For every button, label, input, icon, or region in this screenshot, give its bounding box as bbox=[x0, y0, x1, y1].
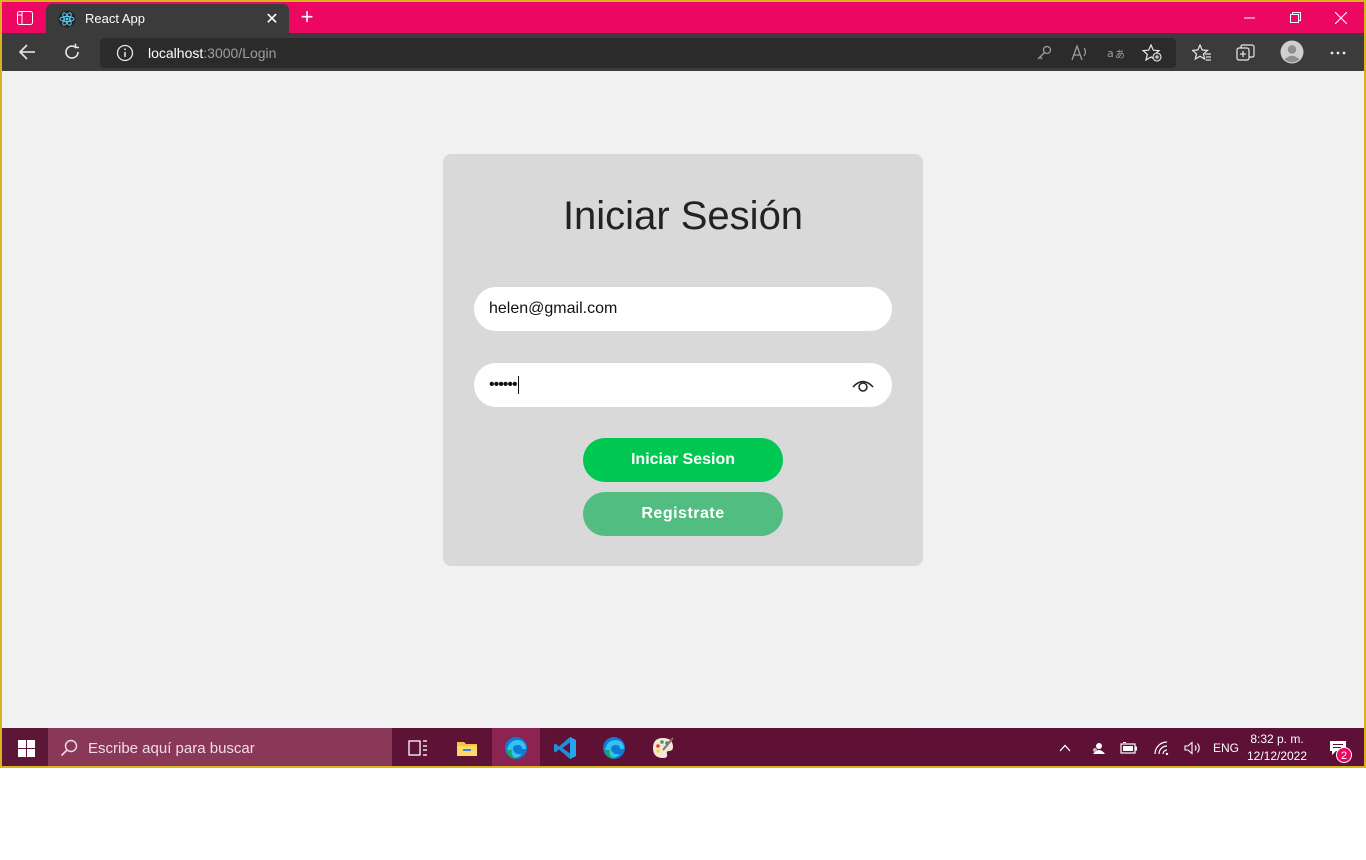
close-window-icon[interactable] bbox=[1318, 2, 1364, 33]
taskbar-active-indicator bbox=[498, 766, 534, 768]
search-icon bbox=[60, 739, 78, 757]
edge-taskbar-icon[interactable] bbox=[492, 728, 540, 768]
more-menu-icon[interactable] bbox=[1327, 42, 1349, 64]
password-value: •••••• bbox=[489, 376, 518, 393]
search-placeholder: Escribe aquí para buscar bbox=[88, 739, 255, 757]
password-key-icon[interactable] bbox=[1033, 42, 1055, 64]
notification-badge: 2 bbox=[1336, 747, 1352, 763]
screen: React App ✕ + localhost:3000/Login a あ … bbox=[0, 0, 1366, 768]
translate-icon[interactable]: aあ bbox=[1105, 42, 1127, 64]
taskbar-running-indicator bbox=[547, 766, 583, 768]
clock-date: 12/12/2022 bbox=[1246, 749, 1308, 763]
page-content: Iniciar Sesión helen@gmail.com •••••• In… bbox=[2, 71, 1364, 728]
file-explorer-icon[interactable] bbox=[443, 728, 491, 768]
language-indicator[interactable]: ENG bbox=[1210, 728, 1242, 766]
react-icon bbox=[58, 10, 76, 28]
profile-avatar-icon[interactable] bbox=[1279, 39, 1305, 65]
browser-navbar: localhost:3000/Login aあ bbox=[2, 33, 1364, 71]
read-aloud-icon[interactable] bbox=[1069, 42, 1091, 64]
refresh-icon[interactable] bbox=[57, 40, 87, 64]
login-card: Iniciar Sesión helen@gmail.com •••••• In… bbox=[443, 154, 923, 566]
vscode-icon[interactable] bbox=[541, 728, 589, 768]
clock-time: 8:32 p. m. bbox=[1250, 732, 1304, 746]
site-info-icon[interactable] bbox=[116, 44, 134, 62]
minimize-icon[interactable] bbox=[1226, 2, 1272, 33]
taskbar-running-indicator bbox=[449, 766, 485, 768]
windows-start-icon[interactable] bbox=[2, 728, 50, 766]
add-favorite-icon[interactable] bbox=[1141, 42, 1163, 64]
url-host: localhost bbox=[148, 45, 204, 61]
back-arrow-icon[interactable] bbox=[12, 40, 42, 64]
url-path: :3000/Login bbox=[203, 45, 277, 61]
email-field[interactable]: helen@gmail.com bbox=[474, 287, 892, 331]
text-caret bbox=[517, 376, 519, 394]
paint-icon[interactable] bbox=[639, 728, 687, 768]
browser-tab[interactable]: React App ✕ bbox=[46, 4, 289, 33]
email-value: helen@gmail.com bbox=[489, 300, 618, 317]
taskbar-search-box[interactable]: Escribe aquí para buscar bbox=[48, 728, 392, 766]
tab-close-icon[interactable]: ✕ bbox=[263, 9, 281, 29]
password-field[interactable]: •••••• bbox=[474, 363, 892, 407]
action-center-icon[interactable]: 2 bbox=[1318, 728, 1358, 766]
address-bar[interactable]: localhost:3000/Login bbox=[100, 38, 1176, 68]
new-tab-button[interactable]: + bbox=[295, 6, 319, 30]
collections-icon[interactable] bbox=[1235, 42, 1257, 64]
page-title: Iniciar Sesión bbox=[562, 194, 804, 238]
show-password-eye-icon[interactable] bbox=[852, 375, 874, 395]
register-button[interactable]: Registrate bbox=[583, 492, 783, 536]
tab-actions-icon[interactable] bbox=[10, 7, 40, 29]
taskbar-running-indicator bbox=[596, 766, 632, 768]
show-hidden-icons-chevron-up-icon[interactable] bbox=[1052, 728, 1078, 766]
window-controls bbox=[1226, 2, 1364, 33]
battery-icon[interactable] bbox=[1116, 728, 1142, 766]
browser-titlebar: React App ✕ + bbox=[2, 2, 1364, 33]
windows-taskbar: Escribe aquí para buscar ENG 8:32 p. m. … bbox=[2, 728, 1364, 768]
wifi-icon[interactable] bbox=[1149, 728, 1175, 766]
login-button[interactable]: Iniciar Sesion bbox=[583, 438, 783, 482]
svg-text:a: a bbox=[1107, 47, 1114, 60]
tab-title: React App bbox=[85, 11, 145, 26]
favorites-icon[interactable] bbox=[1191, 42, 1213, 64]
taskbar-running-indicator bbox=[645, 766, 681, 768]
svg-text:あ: あ bbox=[1115, 49, 1125, 61]
restore-icon[interactable] bbox=[1272, 2, 1318, 33]
task-view-icon[interactable] bbox=[394, 728, 442, 766]
taskbar-clock[interactable]: 8:32 p. m. 12/12/2022 bbox=[1242, 731, 1312, 765]
people-tray-icon[interactable] bbox=[1085, 728, 1111, 766]
volume-icon[interactable] bbox=[1180, 728, 1206, 766]
edge-icon[interactable] bbox=[590, 728, 638, 768]
